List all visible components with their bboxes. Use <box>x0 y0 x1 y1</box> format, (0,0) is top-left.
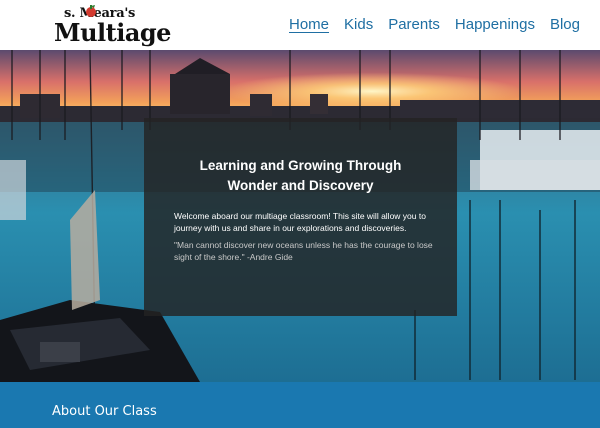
hero-heading-line-2: Wonder and Discovery <box>227 178 374 193</box>
welcome-text: Welcome aboard our multiage classroom! T… <box>174 211 426 233</box>
main-nav: Home Kids Parents Happenings Blog <box>289 16 580 33</box>
nav-link-home[interactable]: Home <box>289 16 329 33</box>
nav-link-kids[interactable]: Kids <box>344 16 373 33</box>
logo-big-text: Multiage <box>54 18 171 47</box>
site-logo[interactable]: s. Meara's Multiage <box>54 4 171 47</box>
hero-text-panel: Learning and Growing Through Wonder and … <box>144 118 457 316</box>
about-section-title: About Our Class <box>52 404 157 419</box>
hero-heading: Learning and Growing Through Wonder and … <box>144 156 457 196</box>
nav-link-parents[interactable]: Parents <box>388 16 440 33</box>
logo-text: s. Meara's Multiage <box>54 4 171 47</box>
school-icon <box>86 5 96 17</box>
site-header: s. Meara's Multiage Home Kids Parents Ha… <box>0 0 600 50</box>
nav-link-blog[interactable]: Blog <box>550 16 580 33</box>
hero-banner: Learning and Growing Through Wonder and … <box>0 50 600 382</box>
hero-quote: "Man cannot discover new oceans unless h… <box>174 240 433 262</box>
about-section-band: About Our Class <box>0 382 600 428</box>
hero-heading-line-1: Learning and Growing Through <box>199 158 402 173</box>
nav-link-happenings[interactable]: Happenings <box>455 16 535 33</box>
